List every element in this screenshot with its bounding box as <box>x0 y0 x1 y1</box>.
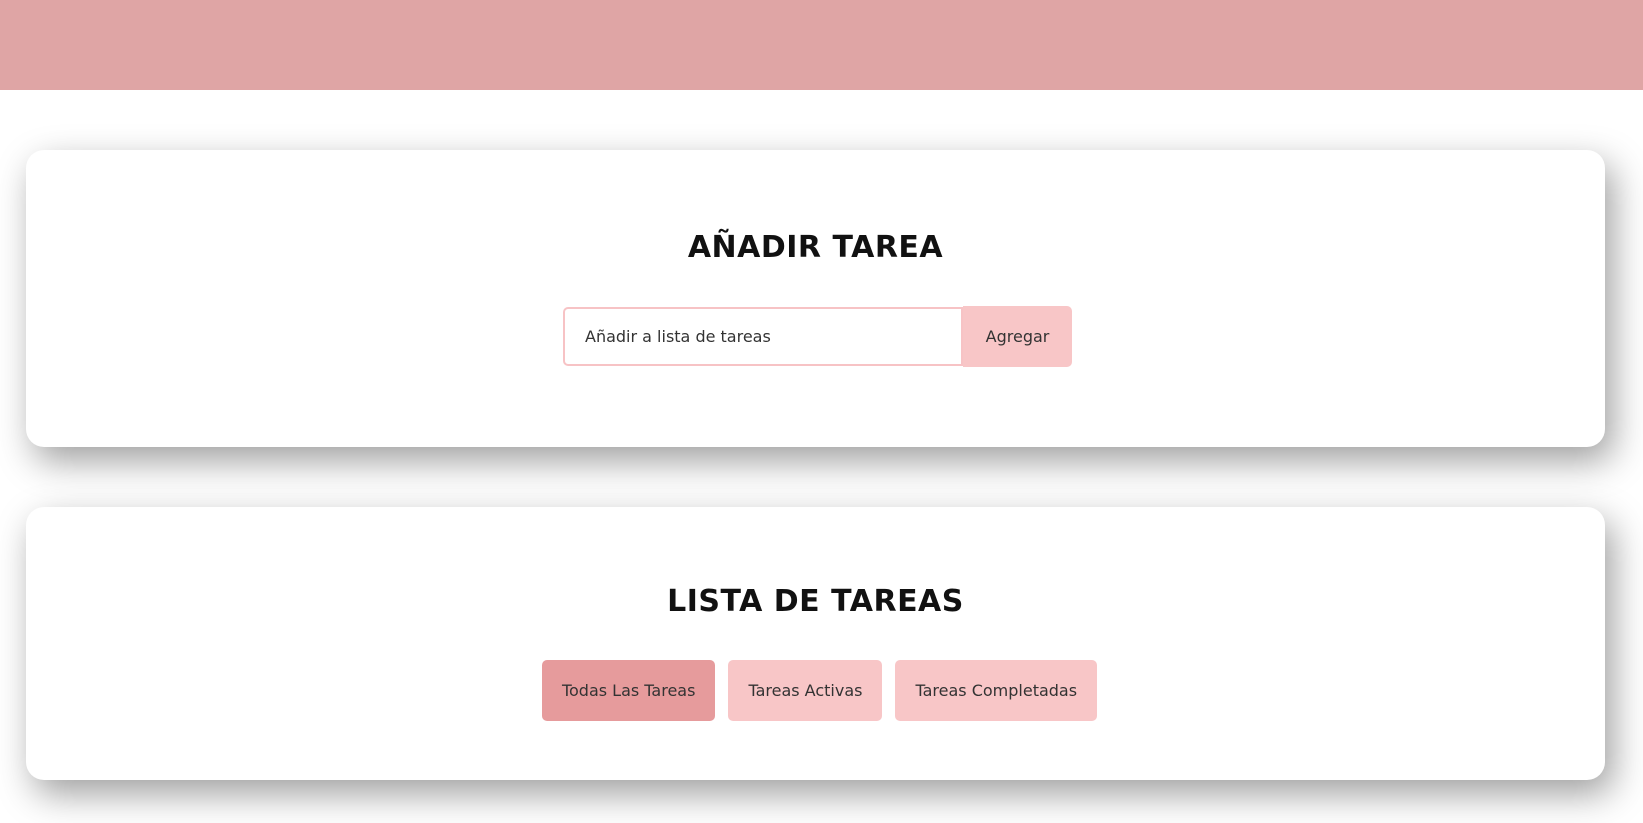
task-list-title: LISTA DE TAREAS <box>667 584 964 619</box>
task-input[interactable] <box>563 307 963 366</box>
add-task-form: Agregar <box>563 306 1072 367</box>
task-list-card: LISTA DE TAREAS Todas Las Tareas Tareas … <box>26 507 1605 780</box>
add-task-button[interactable]: Agregar <box>963 306 1072 367</box>
filter-all-tasks-button[interactable]: Todas Las Tareas <box>541 660 716 721</box>
filter-button-group: Todas Las Tareas Tareas Activas Tareas C… <box>26 660 1605 721</box>
filter-active-tasks-button[interactable]: Tareas Activas <box>728 660 883 721</box>
filter-completed-tasks-button[interactable]: Tareas Completadas <box>895 660 1098 721</box>
add-task-title: AÑADIR TAREA <box>687 230 944 265</box>
add-task-card: AÑADIR TAREA Agregar <box>26 150 1605 447</box>
app-header-bar <box>0 0 1643 90</box>
